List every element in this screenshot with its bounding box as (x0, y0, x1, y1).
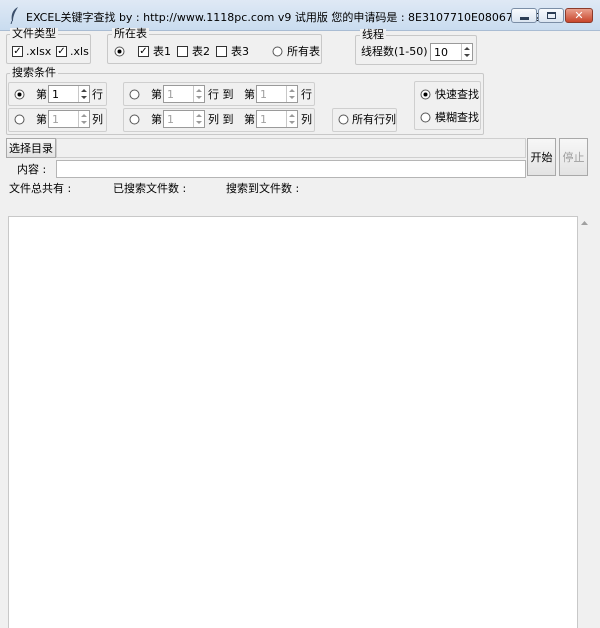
title-bar: EXCEL关键字查找 by : http://www.1118pc.com v9… (0, 0, 600, 31)
col-mode-prefix: 第 (36, 113, 47, 126)
close-icon: ✕ (574, 9, 584, 22)
xlsx-label: .xlsx (26, 45, 52, 58)
start-button[interactable]: 开始 (527, 138, 556, 176)
minimize-icon (519, 17, 529, 20)
spin-arrows-icon[interactable] (78, 86, 89, 102)
thread-count-spinbox[interactable]: 10 (430, 43, 473, 61)
col-range-prefix: 第 (151, 113, 162, 126)
spin-arrows-icon[interactable] (193, 86, 204, 102)
xlsx-checkbox[interactable]: ✓ (12, 46, 23, 57)
row-range-prefix: 第 (151, 88, 162, 101)
spin-arrows-icon[interactable] (78, 111, 89, 127)
all-rows-cols-radio[interactable] (338, 114, 349, 125)
fast-search-radio[interactable] (420, 89, 431, 100)
sheet1-checkbox[interactable]: ✓ (138, 46, 149, 57)
found-files-label: 搜索到文件数 : (226, 182, 300, 195)
fuzzy-search-radio[interactable] (420, 112, 431, 123)
col-number-spinbox[interactable]: 1 (48, 110, 90, 128)
search-conditions-label: 搜索条件 (10, 66, 58, 79)
directory-path-field[interactable] (56, 138, 526, 158)
xls-label: .xls (70, 45, 89, 58)
col-range-suffix: 列 (301, 113, 312, 126)
results-scrollbar[interactable] (578, 216, 591, 628)
col-range-to-value: 1 (260, 113, 267, 126)
row-range-from-value: 1 (167, 88, 174, 101)
row-range-from-spinbox[interactable]: 1 (163, 85, 205, 103)
row-range-to-value: 1 (260, 88, 267, 101)
row-number-value: 1 (52, 88, 59, 101)
total-files-label: 文件总共有 : (9, 182, 72, 195)
file-type-group-label: 文件类型 (10, 27, 58, 40)
searched-files-label: 已搜索文件数 : (113, 182, 187, 195)
row-range-suffix: 行 (301, 88, 312, 101)
maximize-button[interactable] (538, 8, 564, 23)
window-title: EXCEL关键字查找 by : http://www.1118pc.com v9… (26, 11, 548, 24)
row-number-spinbox[interactable]: 1 (48, 85, 90, 103)
spin-arrows-icon[interactable] (461, 44, 472, 60)
sheet2-checkbox[interactable] (177, 46, 188, 57)
fuzzy-search-label: 模糊查找 (435, 111, 479, 124)
all-sheets-radio[interactable] (272, 46, 283, 57)
spin-arrows-icon[interactable] (193, 111, 204, 127)
minimize-button[interactable] (511, 8, 537, 23)
sheets-group-label: 所在表 (112, 27, 149, 40)
fast-search-label: 快速查找 (435, 88, 479, 101)
content-input[interactable] (56, 160, 526, 178)
xls-checkbox[interactable]: ✓ (56, 46, 67, 57)
col-range-from-value: 1 (167, 113, 174, 126)
row-mode-radio[interactable] (14, 89, 25, 100)
sheet1-label: 表1 (153, 45, 171, 58)
sheet3-checkbox[interactable] (216, 46, 227, 57)
spin-arrows-icon[interactable] (286, 111, 297, 127)
col-range-mid: 列 到 (208, 113, 234, 126)
feather-icon (10, 7, 18, 24)
all-rows-cols-label: 所有行列 (352, 113, 396, 126)
col-range-radio[interactable] (129, 114, 140, 125)
col-mode-suffix: 列 (92, 113, 103, 126)
select-directory-button[interactable]: 选择目录 (6, 138, 56, 158)
maximize-icon (546, 12, 556, 19)
thread-count-label: 线程数(1-50) : (361, 45, 435, 58)
content-label: 内容 : (17, 163, 47, 176)
col-mode-radio[interactable] (14, 114, 25, 125)
stop-button[interactable]: 停止 (559, 138, 588, 176)
row-range-mid: 行 到 (208, 88, 234, 101)
sheet3-label: 表3 (231, 45, 249, 58)
col-number-value: 1 (52, 113, 59, 126)
close-button[interactable]: ✕ (565, 8, 593, 23)
sheet-select-radio[interactable] (114, 46, 125, 57)
all-sheets-label: 所有表 (287, 45, 320, 58)
row-mode-prefix: 第 (36, 88, 47, 101)
row-range-prefix2: 第 (244, 88, 255, 101)
thread-count-value: 10 (434, 46, 448, 59)
row-range-radio[interactable] (129, 89, 140, 100)
col-range-to-spinbox[interactable]: 1 (256, 110, 298, 128)
col-range-prefix2: 第 (244, 113, 255, 126)
row-range-to-spinbox[interactable]: 1 (256, 85, 298, 103)
sheet2-label: 表2 (192, 45, 210, 58)
results-text-area[interactable] (8, 216, 578, 628)
spin-arrows-icon[interactable] (286, 86, 297, 102)
row-mode-suffix: 行 (92, 88, 103, 101)
threads-group-label: 线程 (360, 28, 386, 41)
col-range-from-spinbox[interactable]: 1 (163, 110, 205, 128)
scroll-up-arrow-icon[interactable] (580, 220, 589, 226)
